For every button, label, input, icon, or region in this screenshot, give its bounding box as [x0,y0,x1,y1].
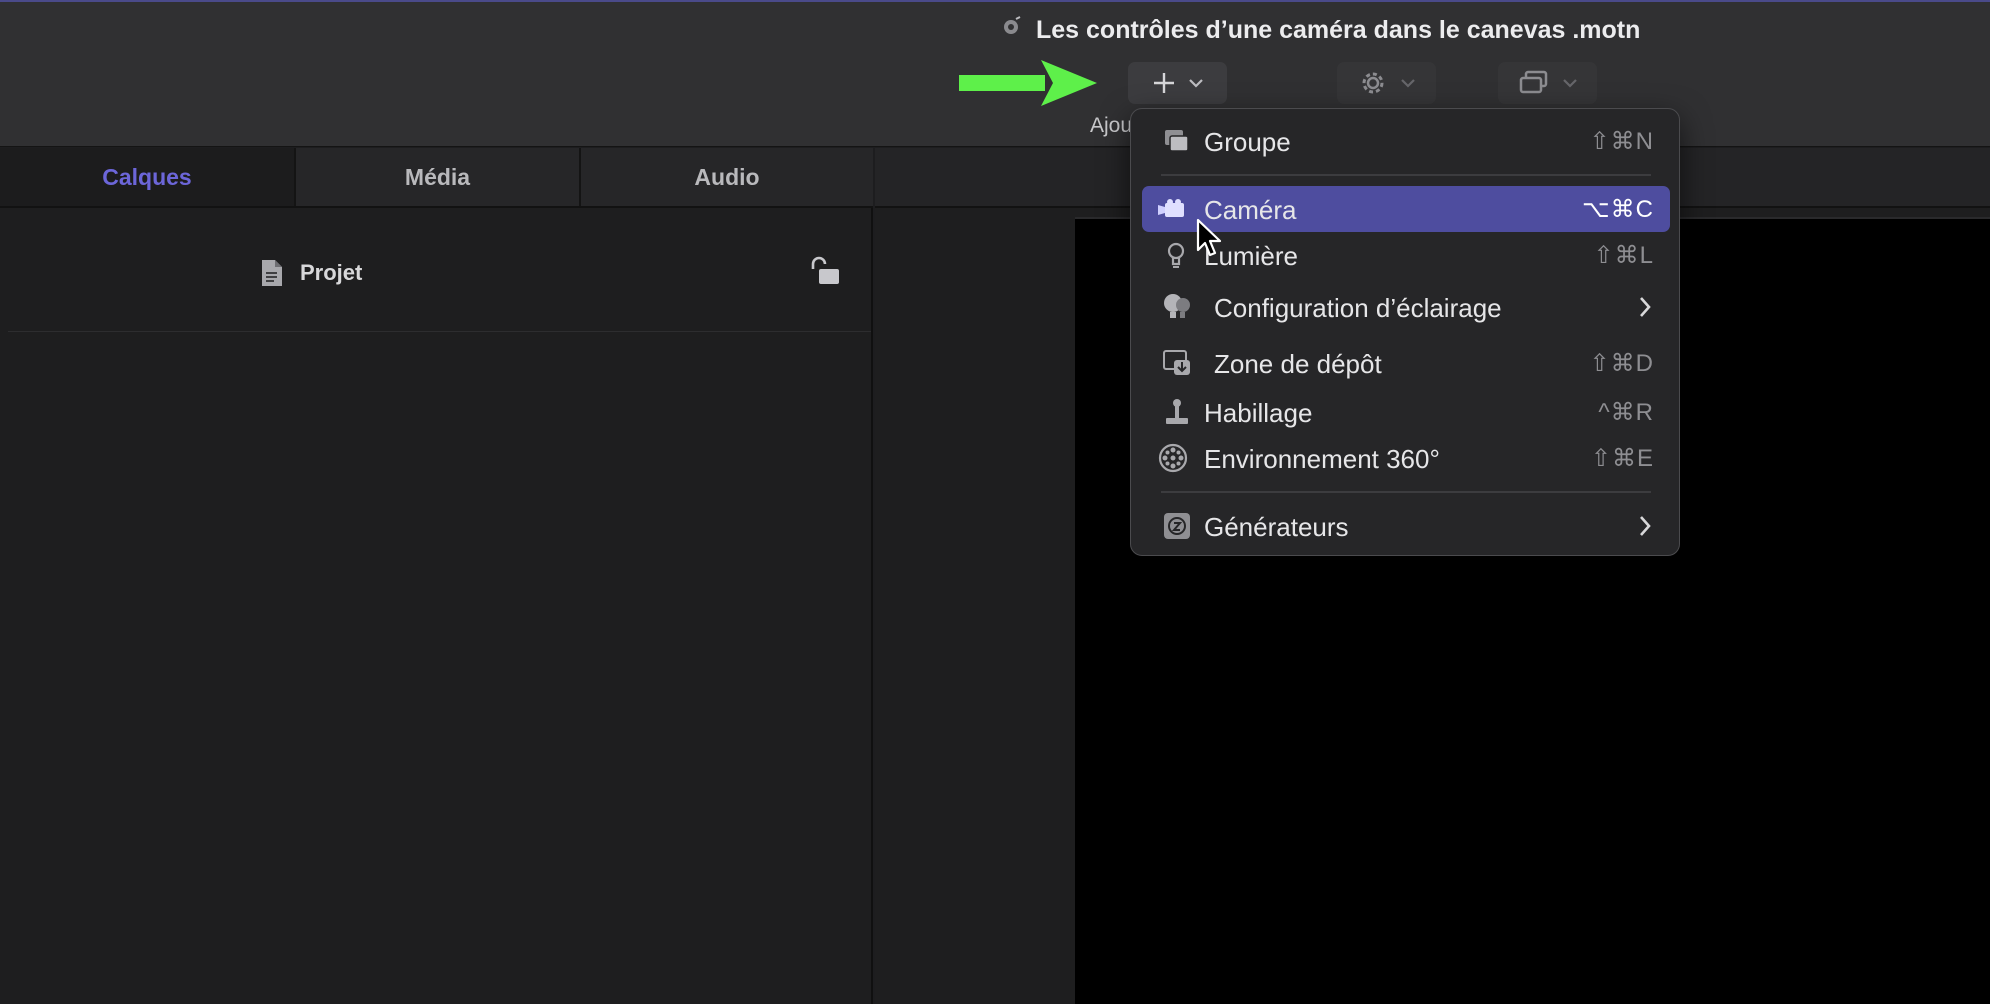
group-icon [1165,130,1189,152]
menu-item-zone-de-depot[interactable]: Zone de dépôt ⇧⌘D [1142,340,1670,386]
shortcut: ⌥⌘C [1582,196,1654,223]
add-object-menu: Groupe ⇧⌘N Caméra ⌥⌘C Lumière ⇧⌘L Config… [1130,108,1680,556]
menu-separator [1161,491,1651,493]
document-icon [262,260,282,286]
menu-item-configuration-eclairage[interactable]: Configuration d’éclairage [1142,284,1670,330]
gear-icon [1362,72,1383,94]
chevron-down-icon [1562,79,1577,88]
project-label: Projet [300,260,363,285]
chevron-right-icon [1640,297,1651,317]
add-object-button[interactable] [1128,62,1227,104]
camera-icon [1158,199,1184,217]
menu-separator [1161,174,1651,176]
menu-item-generateurs[interactable]: Générateurs [1142,503,1670,549]
menu-item-groupe[interactable]: Groupe ⇧⌘N [1142,118,1670,164]
lighting-setup-icon [1164,294,1190,318]
plus-icon [1153,73,1174,93]
generators-icon [1164,513,1190,539]
shortcut: ⇧⌘L [1593,242,1654,269]
rig-icon [1166,399,1188,424]
pane-tabs: Calques Média Audio [0,148,873,208]
window-title: Les contrôles d’une caméra dans le canev… [1036,16,1641,44]
green-arrow-annotation [959,60,1097,106]
tab-media[interactable]: Média [296,148,581,206]
project-pane: Calques Média Audio Projet [0,148,873,1004]
tab-audio[interactable]: Audio [581,148,873,206]
drop-zone-icon [1163,350,1190,375]
windows-icon [1519,70,1547,94]
shortcut: ^⌘R [1598,399,1654,426]
menu-item-environnement-360[interactable]: Environnement 360° ⇧⌘E [1142,435,1670,481]
add-button-label: Ajouter [1090,114,1130,137]
chevron-right-icon [1640,516,1651,536]
tab-calques[interactable]: Calques [0,148,296,206]
unlocked-padlock-icon[interactable] [809,255,843,289]
shortcut: ⇧⌘E [1590,445,1654,472]
mouse-cursor-icon [1196,218,1222,257]
behaviors-button[interactable] [1337,62,1436,104]
shortcut: ⇧⌘N [1589,128,1654,155]
motion-document-icon [1004,16,1021,34]
chevron-down-icon [1188,79,1203,88]
menu-item-habillage[interactable]: Habillage ^⌘R [1142,389,1670,435]
environment-360-icon [1158,443,1188,473]
shortcut: ⇧⌘D [1589,350,1654,377]
lightbulb-icon [1167,242,1185,268]
project-row[interactable]: Projet [8,210,871,332]
chevron-down-icon [1400,79,1415,88]
layout-button[interactable] [1498,62,1597,104]
